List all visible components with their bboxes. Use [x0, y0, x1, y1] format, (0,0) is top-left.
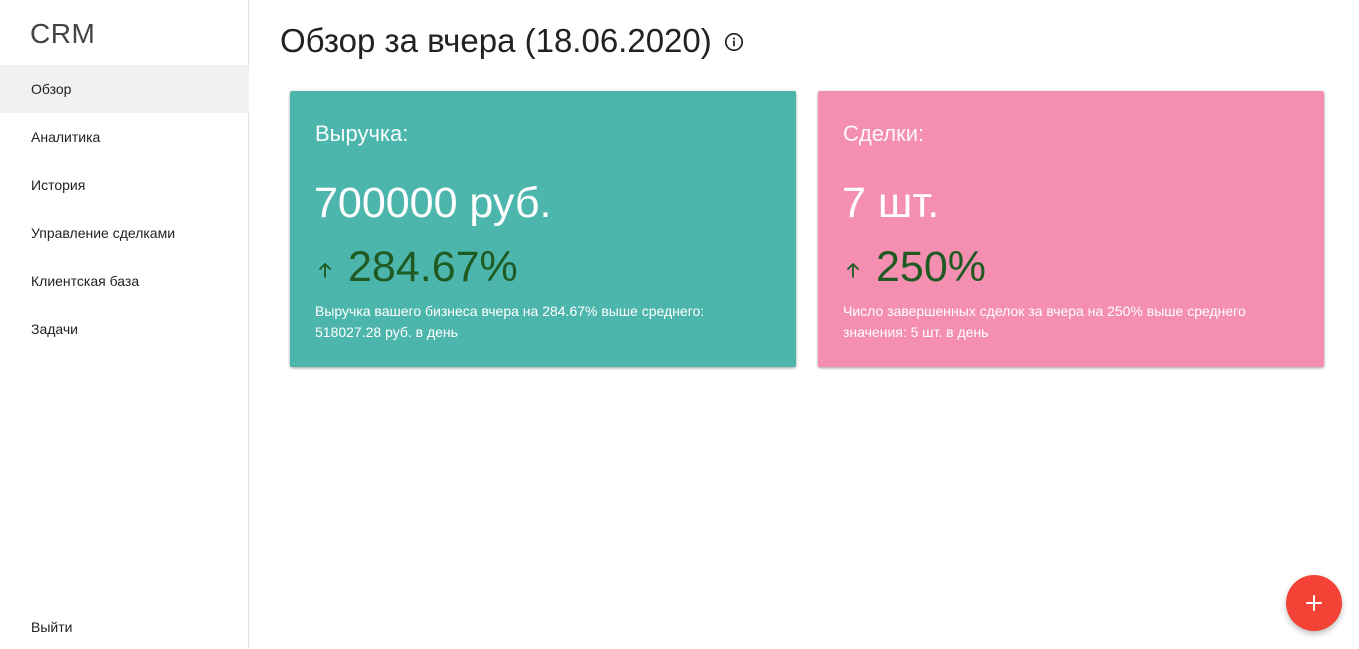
revenue-card-value: 700000 руб. — [314, 179, 552, 227]
deals-card-label: Сделки: — [843, 121, 925, 146]
revenue-card-description: Выручка вашего бизнеса вчера на 284.67% … — [315, 303, 705, 340]
deals-card: Сделки: 7 шт. 250% Число завершенных сде… — [818, 91, 1324, 367]
revenue-card: Выручка: 700000 руб. 284.67% Выручка ваш… — [290, 91, 796, 367]
deals-card-value: 7 шт. — [842, 179, 940, 227]
app-logo: CRM — [30, 18, 96, 49]
sidebar-nav: Обзор Аналитика История Управление сделк… — [0, 65, 249, 353]
sidebar: CRM Обзор Аналитика История Управление с… — [0, 0, 249, 649]
revenue-change-value: 284.67% — [348, 243, 518, 291]
sidebar-item-overview[interactable]: Обзор — [0, 65, 249, 113]
arrow-up-icon — [844, 261, 862, 279]
plus-icon — [1306, 595, 1322, 611]
page-title: Обзор за вчера (18.06.2020) — [280, 22, 712, 59]
deals-change-value: 250% — [876, 243, 986, 291]
add-button[interactable] — [1286, 575, 1342, 631]
deals-card-change: 250% — [844, 243, 986, 292]
sidebar-item-analytics[interactable]: Аналитика — [0, 113, 249, 161]
arrow-up-icon — [316, 261, 334, 279]
logout-link[interactable]: Выйти — [0, 605, 249, 649]
app-root: CRM Обзор Аналитика История Управление с… — [0, 0, 1359, 649]
page-header: Обзор за вчера (18.06.2020) — [280, 22, 744, 60]
sidebar-item-deal-management[interactable]: Управление сделками — [0, 209, 249, 257]
sidebar-item-history[interactable]: История — [0, 161, 249, 209]
revenue-card-label: Выручка: — [315, 121, 409, 146]
deals-card-description: Число завершенных сделок за вчера на 250… — [843, 303, 1246, 340]
info-icon[interactable] — [724, 32, 744, 52]
sidebar-item-tasks[interactable]: Задачи — [0, 305, 249, 353]
main-content: Обзор за вчера (18.06.2020) Выручка: 700… — [250, 0, 1359, 649]
revenue-card-change: 284.67% — [316, 243, 518, 292]
sidebar-item-client-base[interactable]: Клиентская база — [0, 257, 249, 305]
